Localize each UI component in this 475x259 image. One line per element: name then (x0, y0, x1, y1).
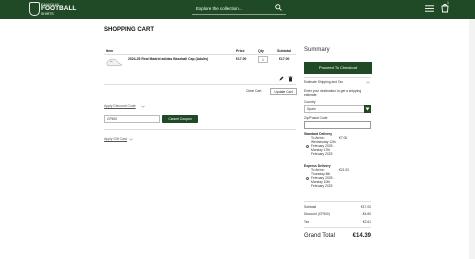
quantity-input[interactable]: 1 (258, 56, 268, 63)
divider (304, 227, 371, 228)
coupon-code-input[interactable] (104, 115, 160, 123)
discount-value: -€4.60 (361, 212, 371, 216)
clear-cart-button[interactable]: Clear Cart (246, 89, 261, 93)
column-qty: Qty (258, 49, 264, 53)
product-subtotal: €17.00 (279, 57, 290, 61)
shipping-estimate-toggle[interactable]: Estimate Shipping and Tax (304, 80, 343, 84)
edit-icon[interactable] (279, 76, 284, 81)
subtotal-label: Subtotal (304, 205, 317, 209)
standard-arrive-line: February 2025 (311, 152, 333, 156)
chevron-down-icon (365, 107, 370, 111)
divider (104, 129, 296, 130)
divider (104, 54, 296, 55)
subtotal-value: €17.00 (360, 205, 371, 209)
apply-discount-link[interactable]: Apply Discount Code (104, 104, 136, 108)
logo-badge (29, 2, 40, 16)
update-cart-button[interactable]: Update Cart (270, 88, 297, 95)
shipping-intro-line-2: estimate. (304, 93, 318, 97)
search-bar (192, 3, 286, 15)
country-label: Country (304, 100, 316, 104)
page-title: SHOPPING CART (104, 27, 155, 33)
divider (304, 201, 371, 202)
site-header: FAMOUS FOOTBALL SHIRTS 1 (0, 0, 475, 19)
zip-label: Zip/Postal Code (304, 116, 328, 120)
country-select-toggle[interactable] (364, 105, 371, 113)
country-select[interactable]: Spain (304, 105, 371, 113)
express-delivery-price: €21.00 (339, 168, 350, 172)
search-icon[interactable] (275, 4, 282, 11)
logo-main-text: FOOTBALL (41, 5, 77, 12)
product-price: €17.00 (236, 57, 247, 61)
apply-gift-card-link[interactable]: Apply Gift Card (104, 137, 127, 141)
discount-label: Discount (CF500) (304, 212, 330, 216)
search-input[interactable] (196, 3, 272, 13)
tax-value: €2.61 (362, 220, 371, 224)
page-scrollbar[interactable] (469, 19, 475, 259)
grand-total-value: €14.39 (352, 233, 371, 239)
summary-title: Summary (304, 47, 330, 53)
chevron-down-icon[interactable] (141, 105, 145, 108)
proceed-to-checkout-button[interactable]: Proceed To Checkout (304, 62, 372, 74)
tax-label: Tax (304, 220, 310, 224)
divider (304, 77, 371, 78)
standard-delivery-price: €7.00 (339, 136, 348, 140)
site-logo[interactable]: FAMOUS FOOTBALL SHIRTS (29, 2, 76, 16)
column-price: Price (236, 49, 245, 53)
product-thumbnail[interactable] (104, 55, 123, 69)
express-delivery-radio[interactable] (306, 177, 309, 180)
divider (104, 84, 296, 85)
zip-postal-code-input[interactable] (304, 121, 371, 129)
cart-count-badge: 1 (447, 1, 449, 5)
logo-sub-text: SHIRTS (41, 12, 54, 16)
chevron-down-icon[interactable] (129, 138, 133, 141)
cancel-coupon-button[interactable]: Cancel Coupon (162, 115, 198, 123)
trash-icon[interactable] (288, 76, 293, 82)
menu-icon[interactable] (425, 4, 434, 13)
column-subtotal: Subtotal (277, 49, 291, 53)
standard-delivery-radio[interactable] (306, 145, 309, 148)
product-name[interactable]: 2024-25 Real Madrid adidas Baseball Cap … (128, 57, 208, 61)
express-arrive-line: February 2025 (311, 184, 333, 188)
grand-total-label: Grand Total (304, 233, 335, 239)
chevron-up-icon[interactable] (366, 81, 370, 84)
column-item: Item (106, 49, 114, 53)
